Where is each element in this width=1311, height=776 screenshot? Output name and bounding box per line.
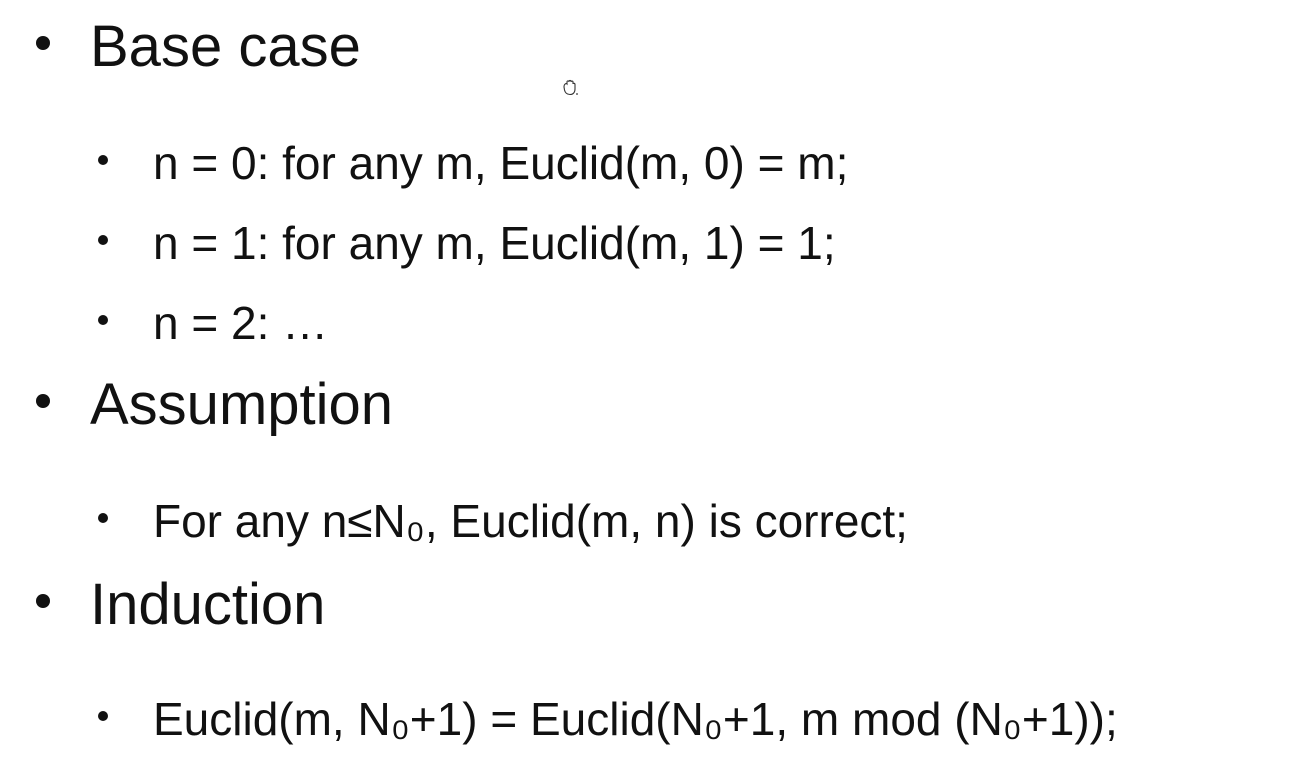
list-item: n = 1: for any m, Euclid(m, 1) = 1; (98, 216, 836, 266)
heading-text: Base case (90, 13, 361, 79)
item-text: For any n≤N₀, Euclid(m, n) is correct; (153, 494, 908, 547)
heading-text: Assumption (90, 371, 394, 437)
bullet-icon (98, 512, 108, 523)
bullet-icon (36, 35, 50, 50)
heading-text: Induction (90, 571, 326, 637)
heading-base-case: Base case (36, 14, 361, 76)
hand-grab-icon (563, 79, 578, 96)
item-text: Euclid(m, N₀+1) = Euclid(N₀+1, m mod (N₀… (153, 692, 1118, 745)
item-text: n = 2: … (153, 296, 329, 349)
list-item: Euclid(m, N₀+1) = Euclid(N₀+1, m mod (N₀… (98, 692, 1118, 742)
item-text: n = 0: for any m, Euclid(m, 0) = m; (153, 136, 849, 189)
item-text: n = 1: for any m, Euclid(m, 1) = 1; (153, 216, 836, 269)
list-item: n = 2: … (98, 296, 328, 346)
bullet-icon (98, 234, 108, 245)
bullet-icon (36, 593, 50, 608)
bullet-icon (98, 314, 108, 325)
bullet-icon (98, 154, 108, 165)
bullet-icon (36, 393, 50, 408)
bullet-icon (98, 710, 108, 721)
list-item: n = 0: for any m, Euclid(m, 0) = m; (98, 136, 848, 186)
slide: Base case n = 0: for any m, Euclid(m, 0)… (0, 0, 1311, 776)
heading-assumption: Assumption (36, 372, 393, 434)
list-item: For any n≤N₀, Euclid(m, n) is correct; (98, 494, 908, 544)
heading-induction: Induction (36, 572, 325, 634)
